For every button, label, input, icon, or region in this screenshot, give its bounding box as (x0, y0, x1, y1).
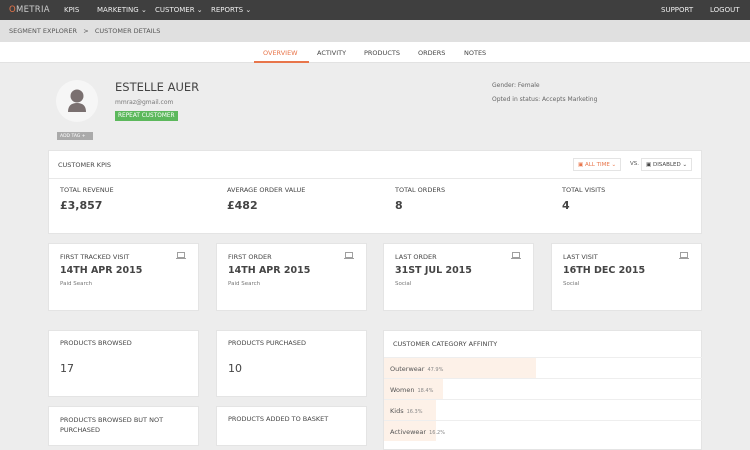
event-source: Paid Search (228, 281, 261, 287)
nav-marketing[interactable]: MARKETING ⌄ (97, 6, 147, 14)
total-visits: 4 (562, 199, 570, 212)
event-date: 14TH APR 2015 (228, 265, 311, 276)
customer-name: ESTELLE AUER (115, 80, 200, 94)
laptop-icon (344, 252, 354, 259)
active-tab-underline (254, 61, 309, 63)
nav-customer[interactable]: CUSTOMER ⌄ (155, 6, 203, 14)
opted-in-status: Opted in status: Accepts Marketing (492, 96, 598, 103)
event-date: 16TH DEC 2015 (563, 265, 646, 276)
compare-dropdown[interactable]: ▣ DISABLED ⌄ (641, 158, 693, 171)
products-browsed-not-purchased-card: PRODUCTS BROWSED BUT NOT PURCHASED (48, 406, 199, 446)
user-icon (68, 89, 86, 112)
total-revenue: £3,857 (60, 199, 103, 212)
total-orders: 8 (395, 199, 403, 212)
tab-products[interactable]: PRODUCTS (364, 49, 400, 57)
event-date: 31ST JUL 2015 (395, 265, 472, 276)
breadcrumb-segment-explorer[interactable]: SEGMENT EXPLORER (9, 27, 77, 35)
products-purchased-card: PRODUCTS PURCHASED 10 (216, 330, 367, 397)
laptop-icon (679, 252, 689, 259)
event-card: FIRST ORDER 14TH APR 2015 Paid Search (216, 243, 367, 311)
event-label: FIRST ORDER (228, 253, 272, 261)
tab-activity[interactable]: ACTIVITY (317, 49, 346, 57)
avatar (56, 80, 98, 122)
nav-logout[interactable]: LOGOUT (710, 6, 740, 14)
event-card: LAST VISIT 16TH DEC 2015 Social (551, 243, 702, 311)
tab-overview[interactable]: OVERVIEW (263, 49, 298, 57)
affinity-category: Women (390, 386, 415, 394)
products-added-to-basket-card: PRODUCTS ADDED TO BASKET (216, 406, 367, 446)
event-label: LAST ORDER (395, 253, 437, 261)
event-source: Social (563, 281, 580, 287)
laptop-icon (511, 252, 521, 259)
affinity-row: Activewear 16.2% (384, 420, 702, 441)
customer-email: mmraz@gmail.com (115, 99, 174, 106)
gender: Gender: Female (492, 82, 540, 89)
affinity-percent: 16.2% (429, 430, 445, 436)
tab-orders[interactable]: ORDERS (418, 49, 445, 57)
date-range-dropdown[interactable]: ▣ ALL TIME ⌄ (573, 158, 622, 171)
nav-kpis[interactable]: KPIS (64, 6, 79, 14)
affinity-percent: 18.4% (417, 388, 434, 394)
affinity-percent: 47.9% (427, 367, 444, 373)
event-source: Paid Search (60, 281, 93, 287)
affinity-row: Outerwear 47.9% (384, 357, 702, 378)
tab-bar: OVERVIEW ACTIVITY PRODUCTS ORDERS NOTES (0, 42, 750, 63)
breadcrumb: SEGMENT EXPLORER > CUSTOMER DETAILS (0, 20, 750, 42)
tab-notes[interactable]: NOTES (464, 49, 486, 57)
affinity-category: Activewear (390, 428, 427, 436)
nav-reports[interactable]: REPORTS ⌄ (211, 6, 251, 14)
breadcrumb-current: CUSTOMER DETAILS (94, 27, 161, 35)
event-card: LAST ORDER 31ST JUL 2015 Social (383, 243, 534, 311)
event-card: FIRST TRACKED VISIT 14TH APR 2015 Paid S… (48, 243, 199, 311)
customer-kpis-panel: CUSTOMER KPIS ▣ ALL TIME ⌄ VS. ▣ DISABLE… (48, 150, 702, 234)
event-label: FIRST TRACKED VISIT (60, 253, 130, 261)
affinity-percent: 16.3% (406, 409, 423, 415)
affinity-row: Kids 16.3% (384, 399, 702, 420)
category-affinity-panel: CUSTOMER CATEGORY AFFINITY Outerwear 47.9… (383, 330, 702, 450)
laptop-icon (176, 252, 186, 259)
event-source: Social (395, 281, 412, 287)
repeat-customer-badge: REPEAT CUSTOMER (115, 111, 178, 121)
affinity-category: Kids (390, 407, 404, 415)
event-date: 14TH APR 2015 (60, 265, 143, 276)
event-label: LAST VISIT (563, 253, 598, 261)
products-browsed-card: PRODUCTS BROWSED 17 (48, 330, 199, 397)
average-order-value: £482 (227, 199, 258, 212)
add-tag-button[interactable]: ADD TAG + (57, 132, 93, 140)
affinity-category: Outerwear (390, 365, 425, 373)
affinity-row: Women 18.4% (384, 378, 702, 399)
logo[interactable]: OMETRIA (9, 5, 50, 15)
nav-support[interactable]: SUPPORT (661, 6, 693, 14)
kpis-title: CUSTOMER KPIS (58, 161, 112, 169)
top-nav: OMETRIA KPIS MARKETING ⌄ CUSTOMER ⌄ REPO… (0, 0, 750, 20)
